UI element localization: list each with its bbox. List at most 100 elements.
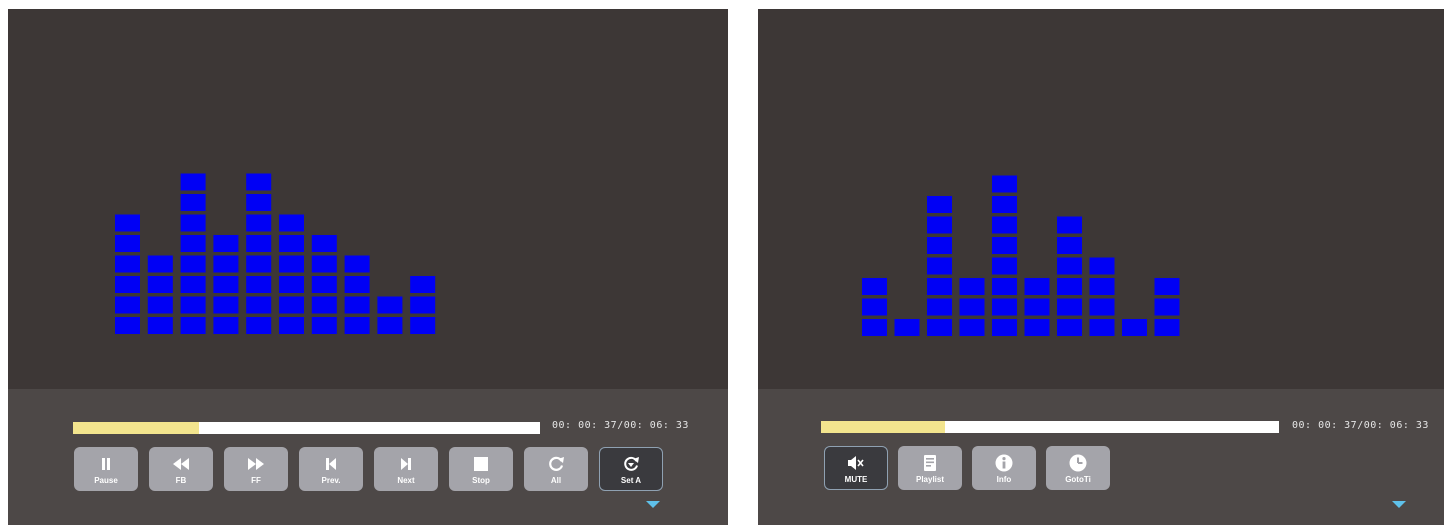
visualizer-block xyxy=(894,319,920,336)
visualizer-block xyxy=(180,276,206,293)
visualizer-block xyxy=(180,235,206,252)
visualizer-column xyxy=(1024,278,1050,336)
visualizer-block xyxy=(213,235,239,252)
visualizer-block xyxy=(1057,319,1082,336)
visualizer-block xyxy=(311,255,337,273)
progress-bar[interactable] xyxy=(73,422,540,434)
repeat-all-icon xyxy=(547,454,565,474)
visualizer-block xyxy=(311,317,337,334)
skip-next-icon xyxy=(400,454,412,474)
visualizer-block xyxy=(1154,278,1180,295)
next-button[interactable]: Next xyxy=(374,447,438,491)
more-options-arrow-icon[interactable] xyxy=(1392,501,1406,508)
visualizer-block xyxy=(246,214,272,232)
visualizer-block xyxy=(246,255,272,273)
visualizer-block xyxy=(246,173,272,191)
stop-button-label: Stop xyxy=(472,475,490,485)
visualizer-svg xyxy=(862,175,1180,336)
visualizer-block xyxy=(213,317,239,334)
visualizer-block xyxy=(115,317,140,334)
visualizer-block xyxy=(147,276,173,293)
visualizer-block xyxy=(377,317,403,334)
visualizer-block xyxy=(927,196,952,213)
audio-visualizer xyxy=(8,9,728,389)
visualizer-block xyxy=(862,298,887,316)
visualizer-block xyxy=(180,296,206,314)
visualizer-block xyxy=(1024,319,1050,336)
prev-button[interactable]: Prev. xyxy=(299,447,363,491)
all-button[interactable]: All xyxy=(524,447,588,491)
fast-forward-icon xyxy=(248,454,264,474)
visualizer-block xyxy=(344,317,370,334)
visualizer-block xyxy=(992,175,1017,193)
visualizer-block xyxy=(927,216,952,234)
audio-visualizer xyxy=(758,9,1444,389)
visualizer-block xyxy=(1057,278,1082,295)
visualizer-column xyxy=(894,319,920,336)
time-display: 00: 00: 37/00: 06: 33 xyxy=(1292,420,1429,431)
pause-button[interactable]: Pause xyxy=(74,447,138,491)
visualizer-block xyxy=(115,255,140,273)
visualizer-column xyxy=(147,255,173,334)
visualizer-block xyxy=(246,296,272,314)
ff-button[interactable]: FF xyxy=(224,447,288,491)
stop-button[interactable]: Stop xyxy=(449,447,513,491)
visualizer-block xyxy=(1024,298,1050,316)
mute-icon xyxy=(848,453,864,473)
visualizer-column xyxy=(1122,319,1147,336)
left-player-screen: 00: 00: 37/00: 06: 33 Pause FB FF Prev. Next… xyxy=(8,9,728,525)
visualizer-block xyxy=(279,296,304,314)
visualizer-column xyxy=(180,173,206,334)
info-button[interactable]: Info xyxy=(972,446,1036,490)
visualizer-block xyxy=(377,296,403,314)
visualizer-block xyxy=(344,255,370,273)
fb-button[interactable]: FB xyxy=(149,447,213,491)
visualizer-block xyxy=(279,255,304,273)
visualizer-block xyxy=(992,237,1017,254)
mute-button[interactable]: MUTE xyxy=(824,446,888,490)
visualizer-block xyxy=(1122,319,1147,336)
set-a-button[interactable]: Set A xyxy=(599,447,663,491)
visualizer-block xyxy=(1089,319,1115,336)
visualizer-block xyxy=(115,214,140,232)
visualizer-block xyxy=(992,257,1017,275)
progress-fill xyxy=(821,421,945,433)
pause-button-label: Pause xyxy=(94,475,118,485)
prev-button-label: Prev. xyxy=(321,475,341,485)
playlist-button-label: Playlist xyxy=(915,474,944,484)
visualizer-block xyxy=(1057,298,1082,316)
visualizer-block xyxy=(344,296,370,314)
pause-icon xyxy=(100,454,112,474)
visualizer-block xyxy=(927,319,952,336)
visualizer-column xyxy=(1154,278,1180,336)
visualizer-block xyxy=(311,235,337,252)
visualizer-column xyxy=(1057,216,1082,336)
visualizer-block xyxy=(279,214,304,232)
visualizer-block xyxy=(410,317,436,334)
visualizer-column xyxy=(311,235,337,334)
visualizer-block xyxy=(927,278,952,295)
visualizer-block xyxy=(246,317,272,334)
visualizer-block xyxy=(279,317,304,334)
more-options-arrow-icon[interactable] xyxy=(646,501,660,508)
playlist-button[interactable]: Playlist xyxy=(898,446,962,490)
visualizer-block xyxy=(927,298,952,316)
visualizer-block xyxy=(115,276,140,293)
visualizer-block xyxy=(992,196,1017,213)
visualizer-column xyxy=(279,214,304,334)
stop-icon xyxy=(474,454,488,474)
visualizer-block xyxy=(862,278,887,295)
repeat-ab-icon xyxy=(622,454,640,474)
visualizer-block xyxy=(279,235,304,252)
goto-time-button[interactable]: GotoTi xyxy=(1046,446,1110,490)
visualizer-column xyxy=(992,175,1017,336)
visualizer-block xyxy=(279,276,304,293)
set-a-button-label: Set A xyxy=(620,475,642,485)
visualizer-block xyxy=(147,296,173,314)
visualizer-block xyxy=(1154,298,1180,316)
visualizer-block xyxy=(180,194,206,211)
visualizer-block xyxy=(1089,298,1115,316)
progress-bar[interactable] xyxy=(821,421,1279,433)
visualizer-column xyxy=(1089,257,1115,336)
visualizer-column xyxy=(377,296,403,334)
